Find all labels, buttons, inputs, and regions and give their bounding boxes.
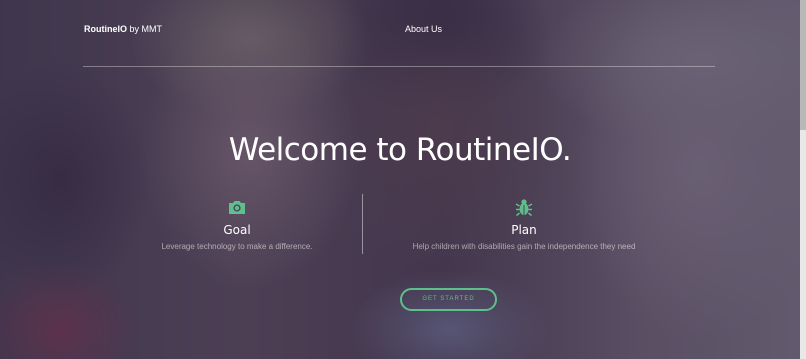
bug-icon [515,199,533,217]
page-title: Welcome to RoutineIO. [228,132,572,168]
feature-divider [362,194,363,254]
landing-page: RoutineIO by MMT About Us Welcome to Rou… [0,0,806,359]
feature-title: Goal [223,223,251,237]
header-divider [83,66,715,67]
feature-goal: Goal Leverage technology to make a diffe… [137,197,337,251]
brand-suffix: by MMT [127,24,163,34]
feature-title: Plan [511,223,537,237]
hero-content: RoutineIO by MMT About Us Welcome to Rou… [0,0,806,359]
camera-icon [229,201,245,214]
brand-name: RoutineIO [84,24,127,34]
nav-about-us-link[interactable]: About Us [405,24,442,34]
brand-logo[interactable]: RoutineIO by MMT [84,24,162,34]
get-started-button[interactable]: GET STARTED [400,288,497,311]
feature-description: Leverage technology to make a difference… [161,242,313,251]
scrollbar-thumb[interactable] [800,0,806,130]
feature-description: Help children with disabilities gain the… [412,242,636,251]
page-scrollbar[interactable] [800,0,806,359]
feature-plan: Plan Help children with disabilities gai… [395,197,653,251]
